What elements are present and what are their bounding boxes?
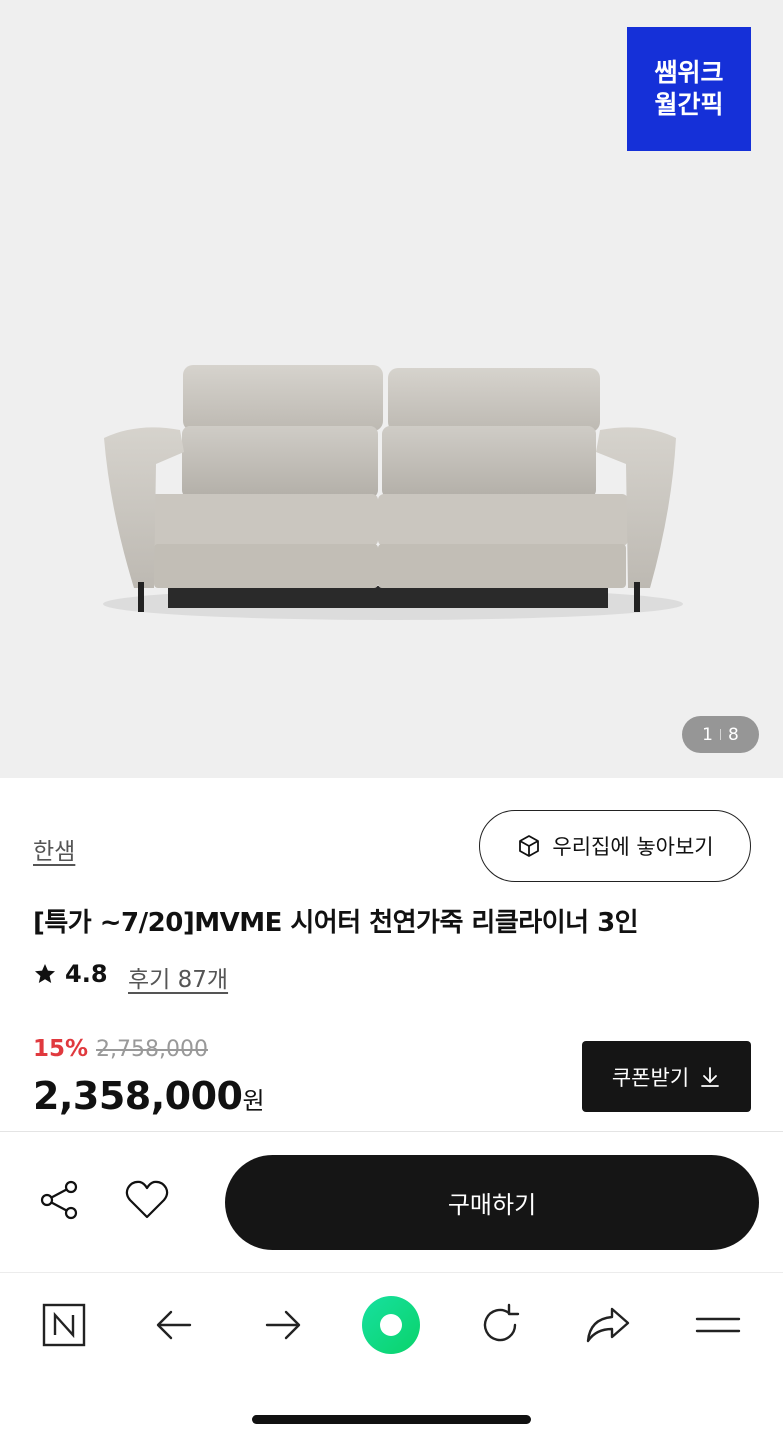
back-arrow-icon[interactable] — [150, 1301, 198, 1349]
naver-n-icon[interactable] — [40, 1301, 88, 1349]
forward-arrow-icon[interactable] — [259, 1301, 307, 1349]
promo-badge: 쌤위크 월간픽 — [627, 27, 751, 151]
image-counter: 1 8 — [682, 716, 759, 753]
badge-line-2: 월간픽 — [654, 90, 724, 119]
reviews-link[interactable]: 후기 87개 — [128, 960, 228, 994]
refresh-icon[interactable] — [476, 1301, 524, 1349]
section-divider — [0, 1131, 783, 1132]
share-icon[interactable] — [38, 1178, 82, 1222]
image-counter-current: 1 — [702, 724, 713, 745]
sale-price: 2,358,000원 — [33, 1074, 265, 1118]
home-indicator — [252, 1415, 531, 1424]
counter-separator — [720, 729, 721, 740]
sale-price-value: 2,358,000 — [33, 1074, 243, 1118]
view-in-my-home-label: 우리집에 놓아보기 — [552, 835, 714, 859]
view-in-my-home-button[interactable]: 우리집에 놓아보기 — [479, 810, 751, 882]
rating-value: 4.8 — [65, 960, 108, 988]
brand-link[interactable]: 한샘 — [33, 832, 75, 866]
original-price: 2,758,000 — [96, 1037, 208, 1062]
product-title: [특가 ~7/20]MVME 시어터 천연가죽 리클라이너 3인 — [33, 908, 639, 938]
menu-icon[interactable] — [694, 1301, 742, 1349]
share-arrow-icon[interactable] — [584, 1301, 632, 1349]
get-coupon-label: 쿠폰받기 — [611, 1065, 690, 1090]
rating: 4.8 — [33, 960, 108, 988]
buy-button[interactable]: 구매하기 — [225, 1155, 759, 1250]
browser-toolbar — [0, 1272, 783, 1440]
discount-rate: 15% — [33, 1036, 89, 1062]
star-icon — [35, 964, 55, 983]
ar-cube-icon — [519, 835, 540, 857]
green-dot-icon[interactable] — [361, 1295, 421, 1355]
get-coupon-button[interactable]: 쿠폰받기 — [582, 1041, 751, 1112]
download-arrow-icon — [701, 1066, 720, 1087]
product-image-carousel[interactable]: 쌤위크 월간픽 1 8 — [0, 0, 783, 778]
heart-icon[interactable] — [124, 1178, 170, 1222]
image-counter-total: 8 — [728, 724, 739, 745]
price-unit: 원 — [242, 1087, 265, 1115]
badge-line-1: 쌤위크 — [654, 58, 724, 87]
sofa-image — [103, 365, 683, 620]
